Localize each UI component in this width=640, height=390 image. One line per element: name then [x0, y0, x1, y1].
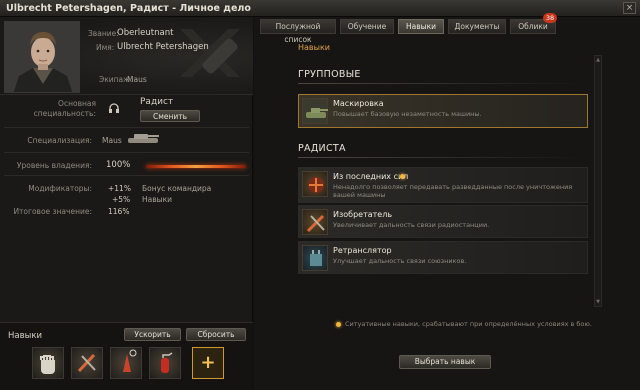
- main-specialty-label-2: специальность:: [33, 109, 96, 118]
- wrench-antenna-icon: [77, 353, 96, 373]
- fire-extinguisher-icon: [161, 352, 173, 373]
- iron-cross-emblem: [160, 21, 250, 91]
- skill-card-relay[interactable]: Ретранслятор Улучшает дальность связи со…: [298, 241, 588, 274]
- skill-slot-fist[interactable]: [32, 347, 64, 379]
- tanker-portrait: [4, 21, 80, 93]
- skill-description: Улучшает дальность связи союзников.: [333, 257, 467, 265]
- divider: [4, 152, 249, 153]
- radio-tower-icon: [123, 349, 137, 372]
- relay-icon: [302, 245, 328, 271]
- window-title: Ulbrecht Petershagen, Радист - Личное де…: [6, 3, 251, 14]
- group-skills-title: ГРУППОВЫЕ: [298, 69, 361, 80]
- skill-card-inventor[interactable]: Изобретатель Увеличивает дальность связи…: [298, 205, 588, 238]
- portrait-area: Звание: Oberleutnant Имя: Ulbrecht Peter…: [0, 17, 253, 95]
- crew-member-panel: Звание: Oberleutnant Имя: Ulbrecht Peter…: [0, 17, 253, 390]
- skills-panel: Послужной список Обучение Навыки Докумен…: [254, 13, 640, 390]
- skill-slot-relay[interactable]: [110, 347, 142, 379]
- modifier-skills-name: Навыки: [142, 195, 172, 204]
- skills-breadcrumb: Навыки: [298, 43, 330, 52]
- skill-slot-inventor[interactable]: [71, 347, 103, 379]
- divider: [4, 127, 249, 128]
- skill-name: Ретранслятор: [333, 246, 392, 255]
- learned-skills-bar: Навыки Ускорить Сбросить +: [0, 322, 253, 390]
- tab-training[interactable]: Обучение: [340, 19, 394, 34]
- modifier-commander-value: +11%: [108, 184, 131, 193]
- skins-count-badge: 38: [543, 13, 557, 23]
- specialty-role: Радист: [140, 97, 174, 107]
- name-value: Ulbrecht Petershagen: [117, 42, 209, 52]
- fist-icon: [40, 355, 55, 374]
- main-specialty-label-1: Основная: [58, 99, 96, 108]
- situational-skill-icon: [400, 174, 405, 179]
- specialization-label: Специализация:: [27, 136, 92, 145]
- total-label: Итоговое значение:: [13, 207, 92, 216]
- mastery-label: Уровень владения:: [16, 161, 92, 170]
- maus-tank-icon: [128, 134, 159, 143]
- skill-name: Из последних сил: [333, 172, 409, 181]
- change-specialty-button[interactable]: Сменить: [140, 110, 200, 122]
- skills-scrollbar[interactable]: ▲ ▼: [594, 55, 602, 307]
- modifier-commander-name: Бонус командира: [142, 184, 212, 193]
- tab-skills[interactable]: Навыки: [398, 19, 444, 34]
- divider: [298, 157, 588, 158]
- skill-description: Ненадолго позволяет передавать разведдан…: [333, 183, 573, 199]
- situational-skill-icon: [336, 322, 341, 327]
- situational-footnote: Ситуативные навыки, срабатывают при опре…: [345, 320, 592, 328]
- add-skill-slot[interactable]: +: [192, 347, 224, 379]
- skill-card-camouflage[interactable]: Маскировка Повышает базовую незаметность…: [298, 94, 588, 128]
- skill-name: Маскировка: [333, 99, 384, 108]
- mastery-progress-bar: [146, 165, 246, 168]
- close-button[interactable]: ×: [623, 2, 636, 14]
- skill-slot-extinguisher[interactable]: [149, 347, 181, 379]
- last-effort-icon: [302, 171, 328, 197]
- scroll-down-icon[interactable]: ▼: [595, 299, 601, 305]
- tab-documents[interactable]: Документы: [448, 19, 506, 34]
- skill-description: Повышает базовую незаметность машины.: [333, 110, 482, 118]
- modifiers-label: Модификаторы:: [28, 184, 92, 193]
- radio-skills-title: РАДИСТА: [298, 143, 346, 154]
- divider: [298, 83, 588, 84]
- reset-button[interactable]: Сбросить: [186, 328, 246, 341]
- specialization-tank: Maus: [102, 136, 122, 145]
- accelerate-button[interactable]: Ускорить: [124, 328, 181, 341]
- tab-service-record[interactable]: Послужной список: [260, 19, 336, 44]
- headphones-icon: [109, 103, 119, 113]
- skills-caption: Навыки: [8, 331, 42, 341]
- rank-label: Звание:: [88, 29, 119, 38]
- scroll-up-icon[interactable]: ▲: [595, 57, 601, 63]
- skill-description: Увеличивает дальность связи радиостанции…: [333, 221, 490, 229]
- inventor-icon: [302, 209, 328, 235]
- crew-value: Maus: [127, 75, 147, 84]
- modifier-skills-value: +5%: [112, 195, 131, 204]
- mastery-value: 100%: [106, 160, 131, 170]
- skill-card-last-effort[interactable]: Из последних сил Ненадолго позволяет пер…: [298, 167, 588, 203]
- camouflage-tank-icon: [302, 98, 328, 124]
- tanker-portrait-icon: [5, 22, 79, 92]
- total-value: 116%: [108, 207, 130, 216]
- skills-list: Навыки ГРУППОВЫЕ Маскировка Повышает баз…: [290, 39, 626, 339]
- skill-name: Изобретатель: [333, 210, 393, 219]
- divider: [4, 175, 249, 176]
- rank-value: Oberleutnant: [117, 28, 174, 38]
- choose-skill-button[interactable]: Выбрать навык: [399, 355, 491, 369]
- name-label: Имя:: [96, 43, 115, 52]
